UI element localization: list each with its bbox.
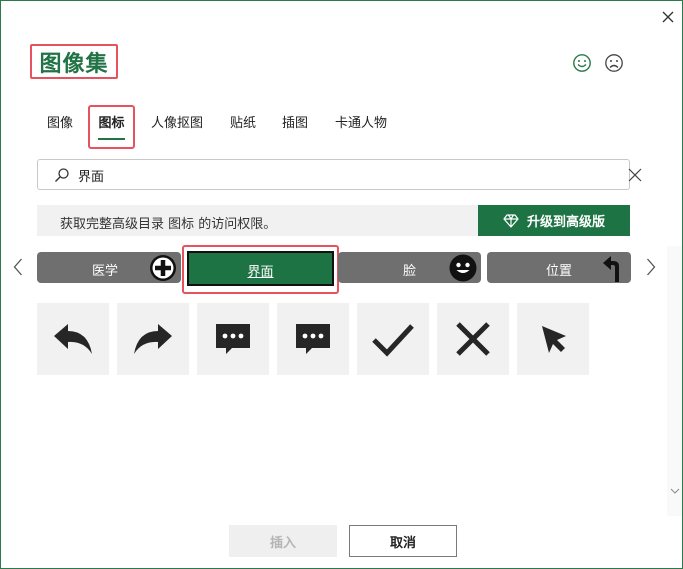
upgrade-button[interactable]: 升级到高级版 [478, 205, 630, 236]
category-prev-button[interactable] [11, 256, 25, 278]
chat-bubble-icon [296, 324, 330, 354]
active-tab-indicator [98, 138, 125, 140]
insert-label: 插入 [269, 535, 296, 551]
dialog-title: 图像集 [39, 50, 109, 77]
chevron-left-icon [13, 258, 22, 276]
x-mark-icon [456, 322, 490, 356]
icon-collection-dialog: 图像集 图像 图标 人像抠图 贴纸 插图 卡通人物 界面 获取完整高级目录 图标… [0, 0, 683, 569]
turn-arrow-icon [603, 256, 619, 282]
tab-label: 贴纸 [229, 115, 256, 131]
search-icon [55, 168, 69, 182]
tab-portrait-cutout[interactable]: 人像抠图 [145, 105, 209, 149]
chat-bubble-icon [216, 324, 250, 354]
dialog-title-box: 图像集 [30, 44, 118, 79]
results-scrollbar[interactable] [667, 246, 682, 516]
category-location[interactable]: 位置 [487, 252, 631, 283]
icon-tile-reply[interactable] [37, 303, 109, 375]
tab-label: 卡通人物 [334, 115, 387, 131]
cancel-label: 取消 [389, 535, 416, 551]
insert-button[interactable]: 插入 [229, 525, 337, 557]
icon-tile-forward[interactable] [117, 303, 189, 375]
feedback-smile-button[interactable] [572, 53, 592, 73]
tab-illustrations[interactable]: 插图 [275, 105, 315, 149]
category-face[interactable]: 脸 [338, 252, 481, 283]
cancel-button[interactable]: 取消 [349, 525, 457, 557]
upgrade-label: 升级到高级版 [526, 215, 605, 230]
tab-images[interactable]: 图像 [37, 105, 83, 149]
close-icon [662, 11, 674, 23]
checkmark-icon [372, 324, 414, 357]
smile-icon [573, 54, 591, 72]
icon-tile-checkmark[interactable] [357, 303, 429, 375]
search-box [37, 159, 642, 190]
smiley-face-icon [449, 254, 477, 282]
chevron-right-icon [647, 258, 656, 276]
feedback-frown-button[interactable] [604, 53, 624, 73]
icon-tile-cursor[interactable] [517, 303, 589, 375]
category-next-button[interactable] [644, 256, 658, 278]
close-button[interactable] [657, 6, 679, 28]
tab-label: 插图 [281, 115, 308, 131]
category-label: 界面 [247, 265, 274, 280]
chevron-down-icon[interactable] [670, 486, 680, 496]
tab-icons[interactable]: 图标 [88, 105, 135, 149]
icon-tile-chat-1[interactable] [197, 303, 269, 375]
reply-arrow-icon [54, 324, 92, 354]
tab-stickers[interactable]: 贴纸 [223, 105, 263, 149]
diamond-icon [503, 213, 519, 228]
search-input[interactable] [78, 164, 578, 186]
icon-tile-chat-2[interactable] [277, 303, 349, 375]
frown-icon [605, 54, 623, 72]
tab-label: 图像 [46, 115, 73, 131]
tab-cartoon-characters[interactable]: 卡通人物 [329, 105, 393, 149]
tab-label: 人像抠图 [150, 115, 203, 131]
icon-tile-x-mark[interactable] [437, 303, 509, 375]
forward-arrow-icon [134, 324, 172, 354]
cursor-arrow-icon [542, 326, 566, 353]
category-medical[interactable]: 医学 [37, 252, 181, 283]
category-interface[interactable]: 界面 [182, 245, 339, 294]
tab-label: 图标 [98, 115, 125, 131]
plus-circle-icon [150, 255, 176, 281]
premium-message: 获取完整高级目录 图标 的访问权限。 [60, 217, 277, 232]
clear-search-icon[interactable] [627, 167, 643, 183]
